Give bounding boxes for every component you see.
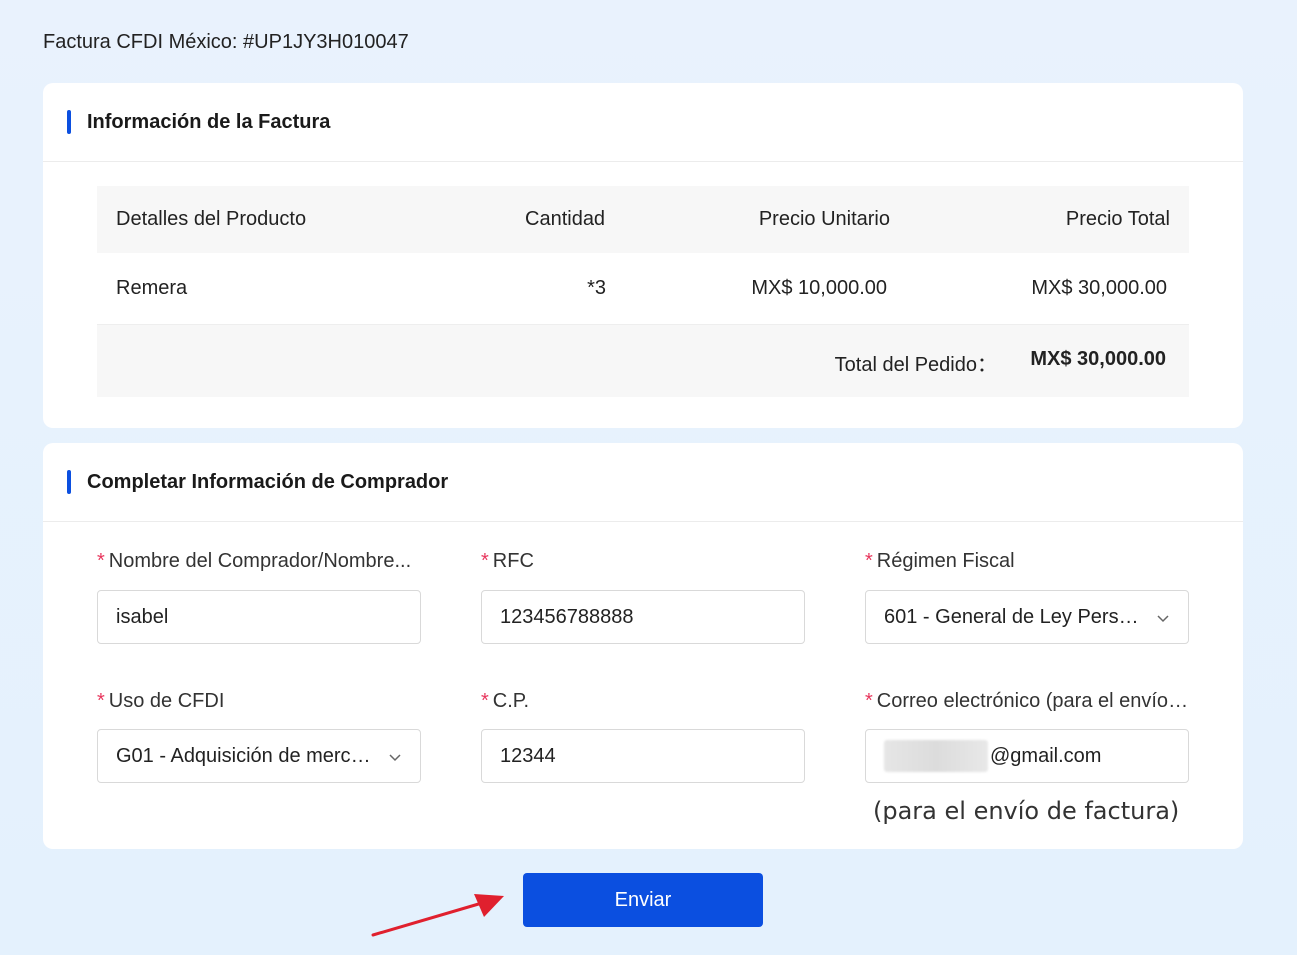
rfc-input[interactable]: 123456788888 <box>481 590 805 644</box>
buyer-name-label-text: Nombre del Comprador/Nombre... <box>108 550 412 572</box>
unit-price-cell: MX$ 10,000.00 <box>751 277 887 299</box>
column-header-unit-price: Precio Unitario <box>758 208 890 230</box>
email-label-text: Correo electrónico (para el envío de fac… <box>876 690 1189 712</box>
order-total-label: Total del Pedido： <box>834 354 997 376</box>
buyer-card-title: Completar Información de Comprador <box>87 470 449 493</box>
total-price-cell: MX$ 30,000.00 <box>1031 277 1167 299</box>
buyer-name-label: * Nombre del Comprador/Nombre... <box>97 550 421 573</box>
order-total-row: Total del Pedido： MX$ 30,000.00 <box>97 325 1189 397</box>
cp-label-text: C.P. <box>492 690 530 712</box>
product-cell: Remera <box>116 277 188 299</box>
table-row: Remera *3 MX$ 10,000.00 MX$ 30,000.00 <box>97 253 1189 325</box>
cp-value: 12344 <box>500 744 556 767</box>
section-accent-bar <box>67 470 71 494</box>
red-arrow-annotation <box>371 894 504 937</box>
email-domain-value: @gmail.com <box>990 744 1102 767</box>
products-table: Detalles del Producto Cantidad Precio Un… <box>97 186 1189 397</box>
required-mark: * <box>865 550 873 572</box>
submit-button[interactable]: Enviar <box>523 873 763 927</box>
regimen-fiscal-label: * Régimen Fiscal <box>865 550 1189 573</box>
section-accent-bar <box>67 110 71 134</box>
column-header-product: Detalles del Producto <box>116 208 307 230</box>
invoice-info-card: Información de la Factura Detalles del P… <box>43 83 1243 428</box>
rfc-label: * RFC <box>481 550 805 573</box>
cp-label: * C.P. <box>481 690 805 713</box>
email-input[interactable]: @gmail.com <box>865 729 1189 783</box>
chevron-down-icon <box>1157 615 1169 623</box>
uso-cfdi-label: * Uso de CFDI <box>97 690 421 713</box>
regimen-fiscal-value: 601 - General de Ley Personas Morales <box>884 605 1144 628</box>
column-header-quantity: Cantidad <box>525 208 606 230</box>
chevron-down-icon <box>389 754 401 762</box>
uso-cfdi-value: G01 - Adquisición de mercancías <box>116 744 376 767</box>
invoice-card-title: Información de la Factura <box>87 110 331 133</box>
table-header: Detalles del Producto Cantidad Precio Un… <box>97 186 1189 253</box>
email-note: (para el envío de factura) <box>873 797 1180 825</box>
buyer-name-input[interactable]: isabel <box>97 590 421 644</box>
uso-cfdi-select[interactable]: G01 - Adquisición de mercancías <box>97 729 421 783</box>
required-mark: * <box>481 550 489 572</box>
invoice-card-header: Información de la Factura <box>43 83 1243 162</box>
regimen-fiscal-label-text: Régimen Fiscal <box>876 550 1015 572</box>
required-mark: * <box>97 550 105 572</box>
regimen-fiscal-select[interactable]: 601 - General de Ley Personas Morales <box>865 590 1189 644</box>
order-total-value: MX$ 30,000.00 <box>1030 348 1166 370</box>
required-mark: * <box>481 690 489 712</box>
required-mark: * <box>865 690 873 712</box>
buyer-card-header: Completar Información de Comprador <box>43 443 1243 522</box>
rfc-value: 123456788888 <box>500 605 634 628</box>
uso-cfdi-label-text: Uso de CFDI <box>108 690 225 712</box>
rfc-label-text: RFC <box>492 550 534 572</box>
redacted-email-user <box>884 740 988 772</box>
column-header-total-price: Precio Total <box>1065 208 1170 230</box>
quantity-cell: *3 <box>587 277 606 299</box>
cp-input[interactable]: 12344 <box>481 729 805 783</box>
buyer-name-value: isabel <box>116 605 169 628</box>
email-label: *Correo electrónico (para el envío de fa… <box>865 690 1189 713</box>
page-title: Factura CFDI México: #UP1JY3H010047 <box>43 31 409 53</box>
buyer-info-card: Completar Información de Comprador * Nomb… <box>43 443 1243 849</box>
required-mark: * <box>97 690 105 712</box>
